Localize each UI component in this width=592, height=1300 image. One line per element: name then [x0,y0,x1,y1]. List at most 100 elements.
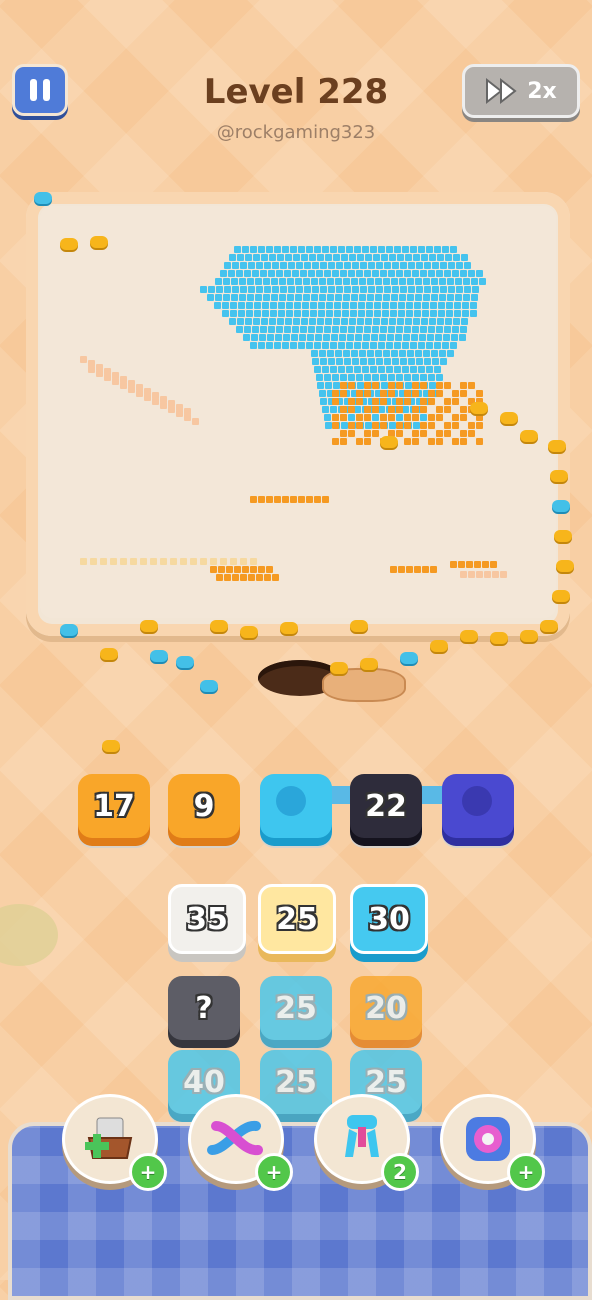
pixel-block [258,246,265,253]
pixel-block [364,270,371,277]
pixel-block [284,270,291,277]
pixel-block [315,334,322,341]
pixel-block [240,558,247,565]
pixel-block [324,326,331,333]
pixel-block [324,270,331,277]
pixel-block [463,278,470,285]
pixel-block [340,414,347,421]
pixel-block [200,286,207,293]
stack-tile[interactable]: 25 [258,884,336,954]
pixel-block [408,358,415,365]
pixel-block [264,262,271,269]
pixel-block [250,496,257,503]
pixel-block [392,262,399,269]
pixel-block [406,310,413,317]
pixel-block [376,262,383,269]
booster-add-box-button[interactable]: + [62,1094,167,1191]
pixel-block [340,430,347,437]
pixel-block [270,302,277,309]
pixel-block [430,302,437,309]
pixel-block [348,398,355,405]
pixel-block [383,278,390,285]
pixel-block [415,278,422,285]
pixel-block [439,278,446,285]
pixel-block [319,390,326,397]
pixel-block [332,438,339,445]
pixel-block [386,246,393,253]
pixel-block [80,558,87,565]
pixel-block [398,302,405,309]
queue-tile[interactable]: 9 [168,774,240,838]
pixel-block [402,246,409,253]
pixel-block [332,390,339,397]
pixel-block [424,358,431,365]
pixel-block [303,278,310,285]
pixel-block [319,294,326,301]
pixel-block [429,318,436,325]
queue-tile[interactable]: 17 [78,774,150,838]
pixel-block [379,334,386,341]
pixel-block [245,318,252,325]
pixel-block [311,278,318,285]
queue-tile-linked[interactable] [442,774,514,838]
pixel-block [348,374,355,381]
pixel-block [168,406,175,413]
pixel-block [222,302,229,309]
pixel-block [120,376,127,383]
ant-sprite [240,626,258,638]
pixel-block [278,302,285,309]
pixel-block [332,270,339,277]
pixel-block [428,270,435,277]
pixel-block [354,366,361,373]
pixel-block [264,286,271,293]
pixel-block [446,302,453,309]
pixel-block [365,422,372,429]
pixel-block [420,422,427,429]
pixel-block [447,294,454,301]
pixel-block [314,496,321,503]
stack-tile[interactable]: 35 [168,884,246,954]
pixel-block [412,430,419,437]
booster-shuffle-button[interactable]: + [188,1094,293,1191]
pixel-block [370,246,377,253]
pixel-block [325,254,332,261]
pixel-block [348,414,355,421]
pixel-block [333,318,340,325]
pixel-block [460,406,467,413]
queue-tile[interactable]: 22 [350,774,422,838]
speed-toggle-button[interactable]: 2x [462,64,580,118]
pixel-block [296,286,303,293]
booster-ring-button[interactable]: + [440,1094,545,1191]
pixel-block [461,318,468,325]
pixel-block [120,558,127,565]
pixel-block [309,318,316,325]
pixel-block [452,438,459,445]
pixel-block [255,278,262,285]
pixel-block [460,414,467,421]
pixel-block [440,262,447,269]
pixel-block [304,286,311,293]
stack-tile[interactable]: 20 [350,976,422,1040]
pixel-block [410,342,417,349]
queue-tile-linked[interactable] [260,774,332,838]
booster-magnet-button[interactable]: 2 [314,1094,419,1191]
pixel-block [341,254,348,261]
pixel-block [422,310,429,317]
pixel-block [364,406,371,413]
pixel-block [436,374,443,381]
stack-tile[interactable]: 25 [260,976,332,1040]
mystery-tile[interactable]: ? [168,976,240,1040]
pixel-block [456,262,463,269]
stack-tile[interactable]: 25 [260,1050,332,1114]
pixel-block [372,374,379,381]
pixel-block [398,566,405,573]
pixel-block [295,294,302,301]
pixel-block [248,574,255,581]
pixel-block [314,246,321,253]
ant-sprite [200,680,218,692]
leaf-decoration [0,904,58,966]
pixel-block [436,326,443,333]
pixel-block [340,390,347,397]
pixel-block [436,438,443,445]
stack-tile[interactable]: 30 [350,884,428,954]
